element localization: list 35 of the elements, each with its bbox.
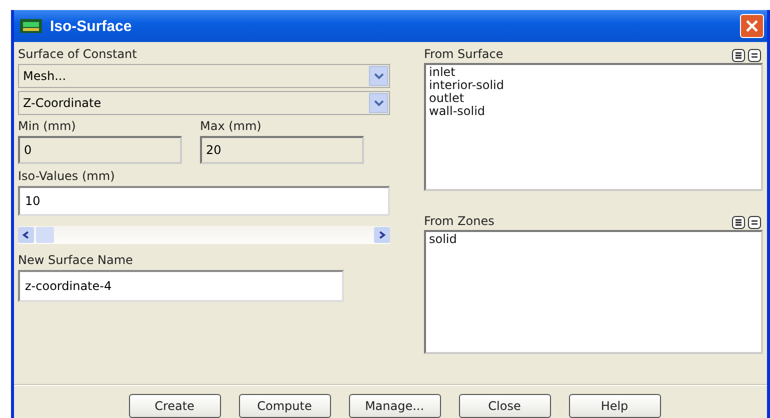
list-item[interactable]: wall-solid xyxy=(429,105,758,118)
close-button[interactable] xyxy=(740,14,764,38)
field-label: Surface of Constant xyxy=(18,46,138,62)
list-item[interactable]: interior-solid xyxy=(429,79,758,92)
dialog-button[interactable]: Help xyxy=(568,394,660,418)
app-icon xyxy=(20,19,42,33)
scroll-thumb[interactable] xyxy=(36,227,54,243)
dropdown[interactable]: Mesh... xyxy=(18,64,390,88)
list-item[interactable]: inlet xyxy=(429,66,758,79)
scroll-left-icon[interactable] xyxy=(18,227,34,243)
deselect-all-icon[interactable] xyxy=(748,49,761,62)
dialog-button[interactable]: Compute xyxy=(238,394,330,418)
window-title: Iso-Surface xyxy=(50,18,133,34)
field-label: New Surface Name xyxy=(18,252,134,268)
dialog-button[interactable]: Manage... xyxy=(348,394,440,418)
dialog-button[interactable]: Close xyxy=(458,394,550,418)
max-field: 20 xyxy=(200,136,364,164)
field-label: Max (mm) xyxy=(200,118,262,134)
select-all-icon[interactable] xyxy=(732,49,745,62)
dialog-button[interactable]: Create xyxy=(128,394,220,418)
list-item[interactable]: outlet xyxy=(429,92,758,105)
min-field: 0 xyxy=(18,136,182,164)
scroll-right-icon[interactable] xyxy=(374,227,390,243)
list-label: From Zones xyxy=(424,213,494,229)
deselect-all-icon[interactable] xyxy=(748,216,761,229)
list-label: From Surface xyxy=(424,46,504,62)
list-item[interactable]: solid xyxy=(429,233,758,246)
field-label: Min (mm) xyxy=(18,118,77,134)
field-label: Iso-Values (mm) xyxy=(18,168,116,184)
select-all-icon[interactable] xyxy=(732,216,745,229)
surface-name-field[interactable]: z-coordinate-4 xyxy=(18,270,344,302)
close-icon[interactable] xyxy=(746,20,758,32)
horizontal-scrollbar[interactable] xyxy=(18,226,390,244)
dropdown[interactable]: Z-Coordinate xyxy=(18,91,390,115)
iso-values-field[interactable]: 10 xyxy=(18,186,390,216)
